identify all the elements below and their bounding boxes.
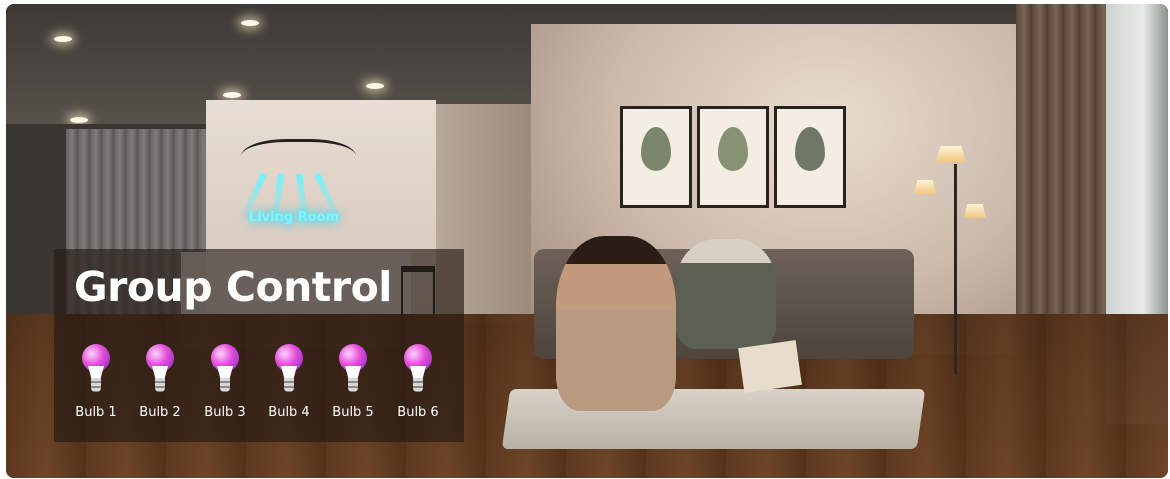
ceiling-light [241,20,259,26]
ceiling-light [54,36,72,42]
bulb-label: Bulb 1 [75,405,117,420]
lamp-shade [936,146,966,162]
panel-title: Group Control [74,263,392,311]
lamp-shade [964,204,986,218]
floor-lamp [954,164,957,374]
bulb-label: Bulb 3 [204,405,246,420]
bulb-label: Bulb 6 [397,405,439,420]
bulb-icon [146,344,174,396]
bulb-label: Bulb 4 [268,405,310,420]
ceiling-light [366,83,384,89]
wall-art [774,106,846,208]
bulb-label: Bulb 2 [139,405,181,420]
bulb-icon [211,344,239,396]
wall-art [620,106,692,208]
bulb-icon [339,344,367,396]
bulb-label: Bulb 5 [332,405,374,420]
bulb-icon [404,344,432,396]
ceiling-light [223,92,241,98]
pizza-box [738,340,802,393]
lamp-shade [914,180,936,194]
wall-art [697,106,769,208]
person [556,236,676,411]
neon-sign: Living Room [248,210,340,225]
ceiling-light [70,117,88,123]
bulb-icon [82,344,110,396]
person [786,232,896,412]
person [676,239,776,349]
bulb-icon [275,344,303,396]
